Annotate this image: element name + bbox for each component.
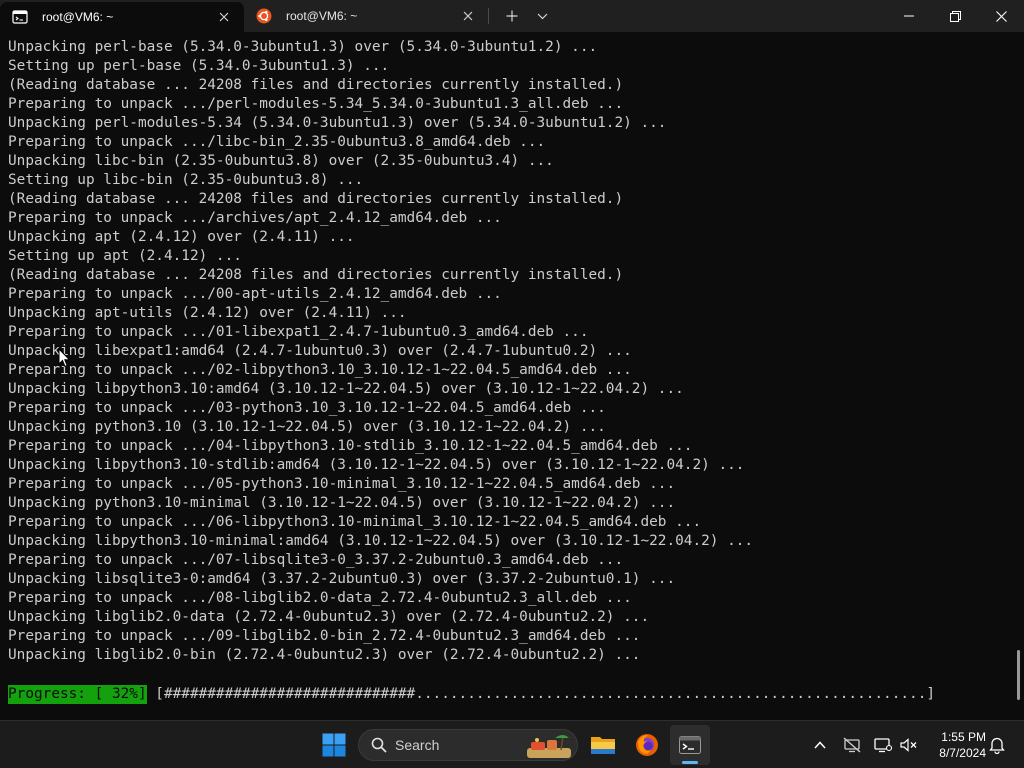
ubuntu-icon (256, 8, 272, 24)
terminal-line: Unpacking libsqlite3-0:amd64 (3.37.2-2ub… (8, 571, 676, 587)
tab-dropdown-button[interactable] (527, 0, 557, 32)
new-tab-button[interactable] (497, 0, 527, 32)
taskbar-clock[interactable]: 1:55 PM 8/7/2024 (926, 729, 986, 761)
terminal-window: root@VM6: ~ root@VM6: ~ Unpacking perl-b… (0, 0, 1024, 768)
window-controls (886, 0, 1024, 32)
terminal-line: Preparing to unpack .../perl-modules-5.3… (8, 96, 624, 112)
terminal-line: Preparing to unpack .../01-libexpat1_2.4… (8, 324, 589, 340)
terminal-icon (679, 736, 701, 754)
terminal-line: Unpacking python3.10-minimal (3.10.12-1~… (8, 495, 676, 511)
close-tab-button[interactable] (214, 7, 234, 27)
terminal-line: Unpacking libpython3.10-minimal:amd64 (3… (8, 533, 754, 549)
terminal-line: (Reading database ... 24208 files and di… (8, 191, 624, 207)
search-label: Search (395, 737, 440, 753)
terminal-line: Preparing to unpack .../03-python3.10_3.… (8, 400, 606, 416)
terminal-output[interactable]: Unpacking perl-base (5.34.0-3ubuntu1.3) … (0, 32, 1024, 720)
search-box[interactable]: Search (358, 729, 578, 761)
terminal-line: Unpacking libexpat1:amd64 (2.4.7-1ubuntu… (8, 343, 632, 359)
minimize-button[interactable] (886, 0, 932, 32)
tab-terminal-2[interactable]: root@VM6: ~ (244, 0, 488, 32)
terminal-lines: Unpacking perl-base (5.34.0-3ubuntu1.3) … (8, 38, 1024, 665)
terminal-icon (12, 10, 28, 24)
terminal-line: Preparing to unpack .../06-libpython3.10… (8, 514, 702, 530)
terminal-line: (Reading database ... 24208 files and di… (8, 267, 624, 283)
volume-muted-icon (900, 738, 917, 752)
terminal-line: Setting up apt (2.4.12) ... (8, 248, 242, 264)
terminal-line: Unpacking apt (2.4.12) over (2.4.11) ... (8, 229, 355, 245)
terminal-line: Unpacking libc-bin (2.35-0ubuntu3.8) ove… (8, 153, 554, 169)
terminal-line: Preparing to unpack .../08-libglib2.0-da… (8, 590, 632, 606)
tray-display-button[interactable] (871, 733, 895, 757)
taskbar-file-explorer[interactable] (583, 725, 623, 765)
terminal-line: Preparing to unpack .../07-libsqlite3-0_… (8, 552, 624, 568)
notification-bell-icon (989, 737, 1005, 754)
search-highlight-icon (527, 735, 571, 758)
search-icon (371, 737, 387, 753)
progress-bar: [#############################..........… (146, 686, 936, 702)
taskbar: Search 1:55 PM 8/7/2024 (0, 720, 1024, 768)
terminal-line: Unpacking libglib2.0-bin (2.72.4-0ubuntu… (8, 647, 641, 663)
terminal-line: Unpacking libglib2.0-data (2.72.4-0ubunt… (8, 609, 650, 625)
terminal-line: Preparing to unpack .../09-libglib2.0-bi… (8, 628, 641, 644)
close-tab-button[interactable] (458, 6, 478, 26)
notification-button[interactable] (985, 733, 1009, 757)
terminal-line: Preparing to unpack .../archives/apt_2.4… (8, 210, 502, 226)
start-button[interactable] (314, 725, 354, 765)
clock-time: 1:55 PM (941, 730, 986, 744)
chevron-up-icon (814, 741, 826, 749)
show-hidden-icons-button[interactable] (808, 733, 832, 757)
terminal-line: Preparing to unpack .../05-python3.10-mi… (8, 476, 676, 492)
maximize-button[interactable] (932, 0, 978, 32)
terminal-line: Setting up perl-base (5.34.0-3ubuntu1.3)… (8, 58, 390, 74)
terminal-line: Unpacking python3.10 (3.10.12-1~22.04.5)… (8, 419, 606, 435)
title-bar[interactable]: root@VM6: ~ root@VM6: ~ (0, 0, 1024, 32)
close-icon (463, 11, 473, 21)
close-icon (995, 10, 1007, 22)
file-explorer-icon (591, 737, 615, 754)
taskbar-firefox[interactable] (627, 725, 667, 765)
taskbar-terminal[interactable] (670, 725, 710, 765)
terminal-line: (Reading database ... 24208 files and di… (8, 77, 624, 93)
mouse-pointer-icon (58, 348, 71, 368)
network-off-icon (843, 737, 861, 753)
progress-label: Progress: [ 32%] (8, 685, 147, 704)
clock-date: 8/7/2024 (939, 746, 986, 760)
terminal-line: Unpacking libpython3.10:amd64 (3.10.12-1… (8, 381, 684, 397)
firefox-icon (636, 734, 658, 756)
restore-icon (949, 10, 961, 22)
terminal-line: Preparing to unpack .../00-apt-utils_2.4… (8, 286, 502, 302)
tab-title: root@VM6: ~ (286, 9, 358, 23)
display-icon (874, 738, 892, 753)
chevron-down-icon (537, 13, 547, 19)
minimize-icon (904, 15, 914, 17)
plus-icon (506, 10, 518, 22)
terminal-line: Unpacking perl-modules-5.34 (5.34.0-3ubu… (8, 115, 667, 131)
terminal-line: Unpacking apt-utils (2.4.12) over (2.4.1… (8, 305, 407, 321)
terminal-line: Unpacking libpython3.10-stdlib:amd64 (3.… (8, 457, 745, 473)
tab-terminal-1[interactable]: root@VM6: ~ (0, 2, 244, 32)
terminal-line: Setting up libc-bin (2.35-0ubuntu3.8) ..… (8, 172, 364, 188)
tab-separator (488, 8, 489, 24)
terminal-line: Unpacking perl-base (5.34.0-3ubuntu1.3) … (8, 39, 598, 55)
progress-row: Progress: [ 32%] [######################… (8, 685, 935, 704)
tray-volume-button[interactable] (897, 733, 921, 757)
tab-title: root@VM6: ~ (42, 10, 114, 24)
terminal-line: Preparing to unpack .../libc-bin_2.35-0u… (8, 134, 546, 150)
terminal-line: Preparing to unpack .../02-libpython3.10… (8, 362, 632, 378)
terminal-line: Preparing to unpack .../04-libpython3.10… (8, 438, 693, 454)
close-window-button[interactable] (978, 0, 1024, 32)
start-icon (322, 733, 346, 757)
scrollbar-thumb[interactable] (1017, 650, 1020, 700)
tray-network-button[interactable] (840, 733, 864, 757)
close-icon (219, 12, 229, 22)
